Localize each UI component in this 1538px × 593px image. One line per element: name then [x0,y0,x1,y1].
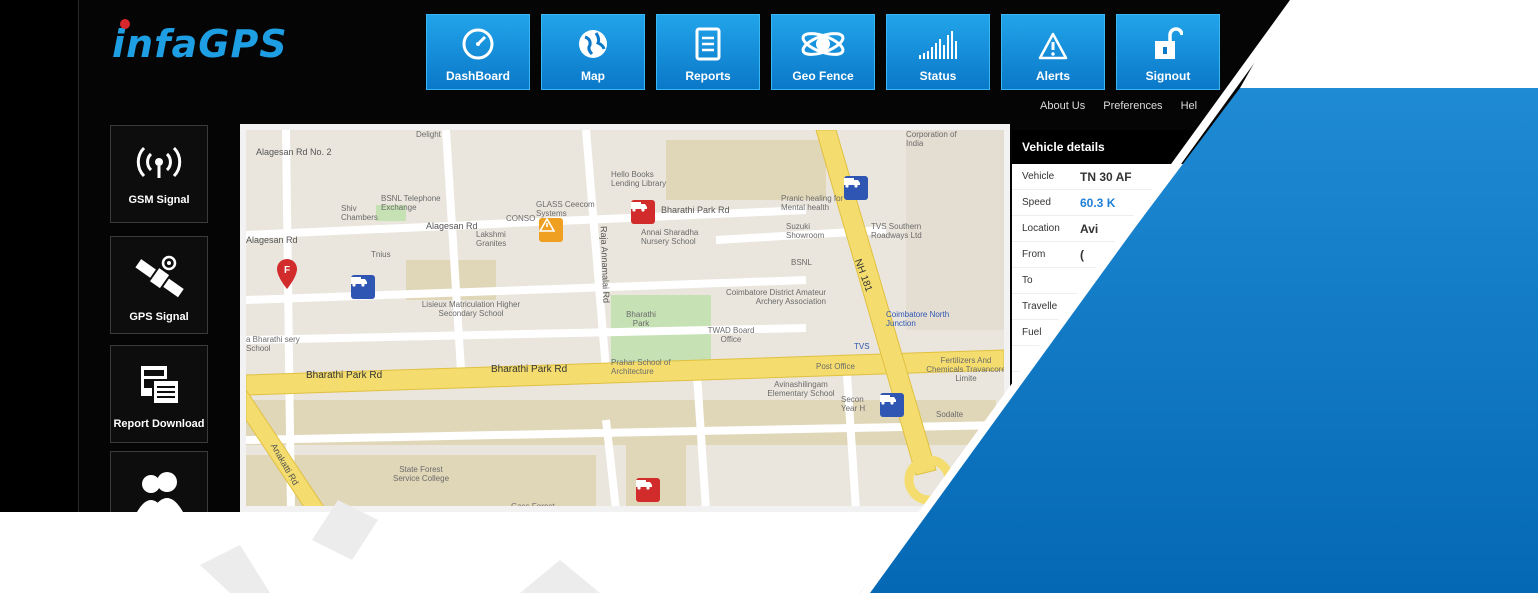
decor-shape [200,545,270,593]
blue-slant-panel [860,88,1538,593]
decor-shape [312,500,378,560]
decor-shape [520,560,600,593]
promo-overlay [200,0,1538,593]
